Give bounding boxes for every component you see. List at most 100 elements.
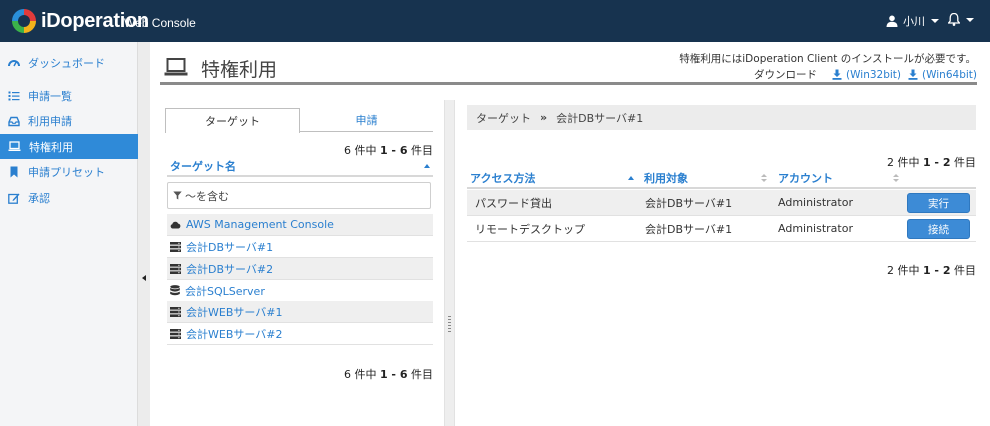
target-name: 会計SQLServer — [185, 284, 265, 298]
download-win64-label: (Win64bit) — [922, 68, 977, 81]
sidebar-item-usage-request[interactable]: 利用申請 — [0, 108, 138, 133]
access-method-cell: リモートデスクトップ — [475, 222, 585, 236]
download-row: ダウンロード (Win32bit) (Win64bit) — [754, 67, 977, 82]
pagination-summary: 6 件中 1 - 6 件目 — [344, 366, 433, 382]
list-icon — [8, 91, 20, 100]
sidebar-collapse-toggle[interactable] — [142, 275, 146, 281]
client-install-notice: 特権利用にはiDoperation Client のインストールが必要です。 — [679, 53, 976, 65]
target-row[interactable]: 会計DBサーバ#1 — [167, 236, 433, 258]
cloud-icon — [170, 221, 181, 228]
server-icon — [170, 263, 181, 274]
count-prefix: 2 件中 — [886, 264, 923, 277]
target-name: 会計DBサーバ#2 — [186, 262, 274, 276]
breadcrumb-item-target[interactable]: ターゲット — [476, 110, 531, 126]
pagination-summary: 2 件中 1 - 2 件目 — [887, 154, 976, 170]
target-row[interactable]: 会計WEBサーバ#1 — [167, 301, 433, 323]
top-bar: iDoperation Web Console 小川 — [0, 0, 990, 42]
server-icon — [170, 328, 181, 339]
sidebar-item-request-presets[interactable]: 申請プリセット — [0, 159, 138, 184]
filter-placeholder: ～を含む — [185, 189, 229, 203]
splitter-grip-icon[interactable] — [448, 316, 451, 334]
target-row[interactable]: 会計DBサーバ#2 — [167, 258, 433, 280]
count-suffix: 件目 — [407, 144, 433, 157]
download-win64-link[interactable]: (Win64bit) — [908, 69, 977, 81]
sort-icon — [893, 174, 899, 182]
sidebar-item-label: 申請プリセット — [28, 165, 105, 179]
edit-icon — [8, 193, 20, 204]
sidebar-item-label: ダッシュボード — [28, 56, 105, 70]
column-header-label: アカウント — [778, 172, 833, 185]
action-column-header — [903, 169, 976, 189]
sidebar-item-dashboard[interactable]: ダッシュボード — [0, 50, 138, 75]
count-range: 1 - 2 — [922, 264, 951, 277]
server-icon — [170, 241, 181, 252]
bookmark-icon — [10, 166, 18, 177]
breadcrumb-item-current: 会計DBサーバ#1 — [556, 111, 644, 125]
account-column-header[interactable]: アカウント — [773, 169, 903, 189]
user-name: 小川 — [903, 15, 925, 28]
count-range: 1 - 6 — [379, 368, 408, 381]
filter-icon — [173, 191, 182, 200]
database-icon — [170, 285, 180, 296]
count-suffix: 件目 — [950, 264, 976, 277]
notifications-menu[interactable] — [948, 13, 974, 26]
count-prefix: 6 件中 — [343, 144, 380, 157]
target-cell: 会計DBサーバ#1 — [645, 222, 733, 236]
target-row[interactable]: 会計SQLServer — [167, 280, 433, 302]
server-icon — [170, 306, 181, 317]
target-row[interactable]: AWS Management Console — [167, 214, 433, 236]
download-icon — [832, 69, 842, 80]
access-method-column-header[interactable]: アクセス方法 — [467, 169, 640, 189]
account-cell: Administrator — [778, 196, 853, 209]
table-row: パスワード貸出 会計DBサーバ#1 Administrator 実行 — [467, 190, 976, 216]
sidebar-item-approval[interactable]: 承認 — [0, 185, 138, 210]
tab-request[interactable]: 申請 — [300, 108, 433, 132]
title-divider — [160, 82, 977, 85]
bell-icon — [948, 13, 960, 26]
user-icon — [886, 15, 898, 27]
target-column-header[interactable]: 利用対象 — [640, 169, 773, 189]
logo-icon — [12, 9, 36, 33]
table-row: リモートデスクトップ 会計DBサーバ#1 Administrator 接続 — [467, 216, 976, 242]
sidebar: ダッシュボード 申請一覧 利用申請 特権利用 申請プリセット 承認 — [0, 42, 138, 426]
sidebar-item-label: 申請一覧 — [28, 89, 72, 103]
count-suffix: 件目 — [407, 368, 433, 381]
chevron-down-icon — [966, 17, 974, 22]
sidebar-item-request-list[interactable]: 申請一覧 — [0, 83, 138, 108]
target-row[interactable]: 会計WEBサーバ#2 — [167, 323, 433, 345]
sort-ascending-icon — [424, 164, 430, 168]
sort-ascending-icon — [628, 176, 634, 180]
download-icon — [908, 69, 918, 80]
download-label: ダウンロード — [754, 69, 818, 81]
logo-subtitle: Web Console — [124, 16, 196, 30]
column-header-label: 利用対象 — [644, 172, 688, 185]
pagination-summary: 2 件中 1 - 2 件目 — [887, 262, 976, 278]
download-win32-link[interactable]: (Win32bit) — [832, 69, 901, 81]
target-cell: 会計DBサーバ#1 — [645, 196, 733, 210]
user-menu[interactable]: 小川 — [886, 13, 939, 29]
sidebar-item-privileged-use[interactable]: 特権利用 — [0, 134, 138, 159]
page-title: 特権利用 — [201, 59, 278, 81]
sidebar-item-label: 承認 — [28, 191, 50, 205]
pane-splitter[interactable] — [444, 100, 455, 426]
column-header-label: アクセス方法 — [470, 172, 536, 185]
target-name: 会計WEBサーバ#1 — [186, 305, 283, 319]
breadcrumb-separator: » — [540, 111, 548, 124]
count-suffix: 件目 — [950, 156, 976, 169]
dashboard-icon — [8, 59, 20, 66]
chevron-down-icon — [931, 19, 939, 23]
count-prefix: 2 件中 — [886, 156, 923, 169]
count-range: 1 - 6 — [379, 144, 408, 157]
laptop-icon — [164, 58, 188, 76]
column-header-label: ターゲット名 — [170, 160, 236, 173]
execute-button[interactable]: 実行 — [907, 193, 970, 213]
target-name-column-header[interactable]: ターゲット名 — [167, 157, 433, 177]
target-filter-input[interactable]: ～を含む — [167, 182, 431, 209]
tab-target[interactable]: ターゲット — [165, 108, 300, 133]
inbox-icon — [8, 116, 20, 126]
connect-button[interactable]: 接続 — [907, 219, 970, 239]
sort-icon — [761, 174, 767, 182]
laptop-icon — [8, 141, 21, 151]
account-cell: Administrator — [778, 222, 853, 235]
target-name: 会計WEBサーバ#2 — [186, 327, 283, 341]
